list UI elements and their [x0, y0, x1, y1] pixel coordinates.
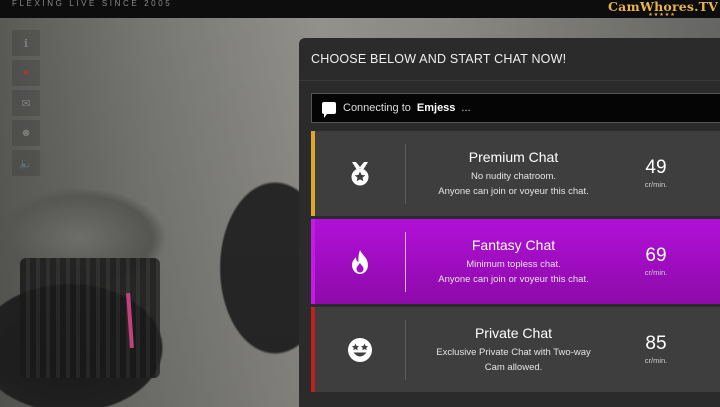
site-tagline: FLEXING LIVE SINCE 2005	[12, 0, 173, 8]
premium-chat-option[interactable]: Premium Chat No nudity chatroom. Anyone …	[311, 131, 720, 216]
option-description-line2: Cam allowed.	[484, 361, 543, 373]
flame-icon	[352, 249, 368, 274]
video-background-detail	[126, 292, 134, 349]
option-description-line1: No nudity chatroom.	[470, 170, 556, 182]
option-price: 85	[645, 333, 667, 354]
price-unit: cr/min.	[644, 268, 668, 277]
site-logo[interactable]: CamWhores.TV ★★★★★	[608, 0, 718, 18]
fantasy-chat-option[interactable]: Fantasy Chat Minimum topless chat. Anyon…	[311, 219, 720, 304]
option-price: 69	[645, 245, 667, 266]
option-description-line2: Anyone can join or voyeur this chat.	[438, 185, 589, 197]
record-icon[interactable]: ●	[12, 60, 40, 86]
option-title: Private Chat	[474, 324, 553, 341]
performer-name: Emjess	[416, 102, 456, 114]
user-icon[interactable]: ☻	[12, 120, 40, 146]
medal-icon	[351, 161, 369, 185]
volume-icon[interactable]: 🔈	[12, 150, 40, 176]
chat-bubble-icon	[322, 102, 336, 118]
mail-icon[interactable]: ✉	[12, 90, 40, 116]
panel-title: CHOOSE BELOW AND START CHAT NOW!	[299, 38, 720, 81]
video-background-object	[20, 258, 160, 378]
option-description-line1: Minimum topless chat.	[466, 258, 561, 270]
option-title: Fantasy Chat	[471, 236, 556, 253]
option-description-line2: Anyone can join or voyeur this chat.	[438, 273, 589, 285]
status-ellipsis: ...	[461, 102, 471, 114]
status-prefix: Connecting to	[343, 102, 411, 114]
private-chat-option[interactable]: Private Chat Exclusive Private Chat with…	[311, 307, 720, 392]
option-price: 49	[645, 157, 667, 178]
connection-status: Connecting to Emjess ...	[311, 93, 720, 123]
chat-choice-panel: CHOOSE BELOW AND START CHAT NOW! Connect…	[299, 38, 720, 407]
top-bar: FLEXING LIVE SINCE 2005 CamWhores.TV ★★★…	[0, 0, 720, 18]
price-unit: cr/min.	[644, 356, 668, 365]
star-eyes-smiley-icon	[348, 337, 372, 362]
option-title: Premium Chat	[468, 148, 559, 165]
info-icon[interactable]: ℹ	[12, 30, 40, 56]
price-unit: cr/min.	[644, 180, 668, 189]
video-side-toolbar: ℹ ● ✉ ☻ 🔈	[12, 30, 40, 180]
option-description-line1: Exclusive Private Chat with Two-way	[436, 346, 591, 358]
